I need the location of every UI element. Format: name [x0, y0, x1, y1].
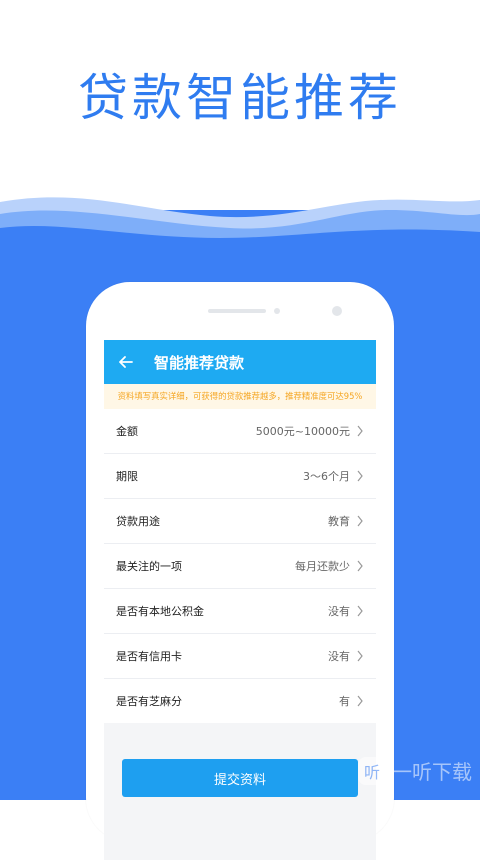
form-row-housing-fund[interactable]: 是否有本地公积金 没有 [104, 589, 376, 634]
row-value: 5000元~10000元 [255, 425, 350, 438]
phone-screen: 智能推荐贷款 资料填写真实详细，可获得的贷款推荐越多，推荐精准度可达95% 金额… [104, 340, 376, 860]
app-bar: 智能推荐贷款 [104, 340, 376, 384]
app-title: 智能推荐贷款 [154, 353, 245, 372]
phone-camera [332, 306, 342, 316]
chevron-right-icon [357, 605, 363, 617]
back-button[interactable] [104, 340, 148, 384]
row-value: 有 [339, 695, 350, 708]
submit-button[interactable]: 提交资料 [122, 759, 358, 797]
form-row-purpose[interactable]: 贷款用途 教育 [104, 499, 376, 544]
form-row-amount[interactable]: 金额 5000元~10000元 [104, 409, 376, 454]
form-row-credit-card[interactable]: 是否有信用卡 没有 [104, 634, 376, 679]
chevron-right-icon [357, 470, 363, 482]
watermark: 听 一听下载 [358, 756, 472, 785]
phone-mockup: 智能推荐贷款 资料填写真实详细，可获得的贷款推荐越多，推荐精准度可达95% 金额… [86, 282, 394, 860]
info-notice: 资料填写真实详细，可获得的贷款推荐越多，推荐精准度可达95% [104, 384, 376, 409]
row-label: 是否有信用卡 [116, 650, 182, 663]
row-value: 没有 [328, 605, 350, 618]
chevron-right-icon [357, 560, 363, 572]
chevron-right-icon [357, 650, 363, 662]
chevron-right-icon [357, 515, 363, 527]
row-label: 是否有芝麻分 [116, 695, 182, 708]
row-value: 教育 [328, 515, 350, 528]
row-value: 每月还款少 [295, 560, 350, 573]
wave-decoration [0, 197, 480, 260]
watermark-logo: 听 [358, 756, 386, 785]
row-label: 期限 [116, 470, 138, 483]
chevron-right-icon [357, 695, 363, 707]
row-value: 3〜6个月 [303, 470, 350, 483]
promo-headline: 贷款智能推荐 [78, 69, 402, 127]
phone-speaker [208, 309, 266, 313]
watermark-text: 一听下载 [392, 760, 472, 784]
form-row-sesame-score[interactable]: 是否有芝麻分 有 [104, 679, 376, 723]
chevron-right-icon [357, 425, 363, 437]
form-row-priority[interactable]: 最关注的一项 每月还款少 [104, 544, 376, 589]
row-label: 金额 [116, 425, 138, 438]
row-label: 最关注的一项 [116, 560, 182, 573]
form-footer: 提交资料 [104, 723, 376, 860]
row-label: 贷款用途 [116, 515, 160, 528]
phone-sensor [274, 308, 280, 314]
row-label: 是否有本地公积金 [116, 605, 204, 618]
loan-form-list: 金额 5000元~10000元 期限 3〜6个月 贷款用途 教育 最关注的一项 … [104, 409, 376, 723]
row-value: 没有 [328, 650, 350, 663]
form-row-term[interactable]: 期限 3〜6个月 [104, 454, 376, 499]
arrow-left-icon [119, 356, 133, 368]
